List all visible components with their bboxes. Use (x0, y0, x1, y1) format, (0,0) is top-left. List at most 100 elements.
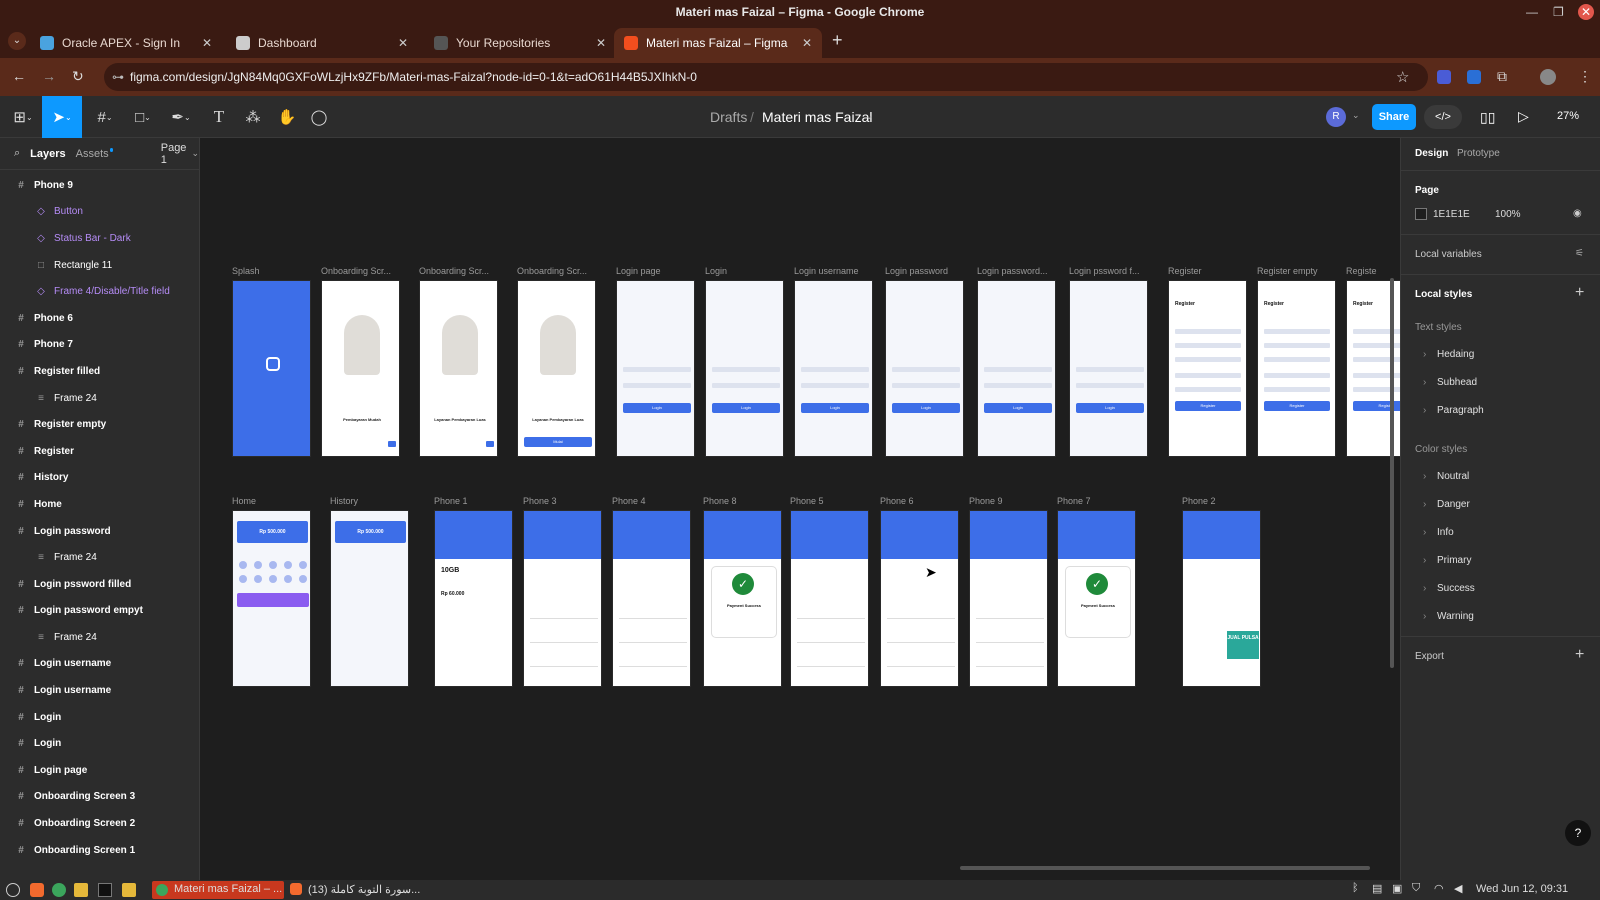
tab-design[interactable]: Design (1415, 148, 1448, 159)
login-button[interactable]: Login (801, 403, 869, 413)
bookmark-star-icon[interactable]: ☆ (1396, 68, 1409, 86)
color-style-item[interactable]: Success (1423, 583, 1475, 594)
onboarding-next-button[interactable] (486, 441, 494, 447)
nominal-option[interactable] (797, 655, 865, 667)
color-style-item[interactable]: Danger (1423, 499, 1470, 510)
rectangle-tool-icon[interactable]: □ ⌄ (126, 96, 160, 138)
layer-row[interactable]: # Register empty (0, 411, 199, 438)
tab-assets[interactable]: Assets (76, 148, 109, 160)
nominal-option[interactable] (530, 607, 598, 619)
layer-row[interactable]: ≡ Frame 24 (0, 385, 199, 412)
nominal-option[interactable] (530, 631, 598, 643)
register-field[interactable] (1264, 387, 1330, 392)
page-opacity-value[interactable]: 100% (1495, 209, 1521, 220)
profile-avatar[interactable] (1540, 69, 1556, 85)
frame-phone[interactable] (523, 510, 602, 687)
password-field[interactable] (1076, 383, 1144, 388)
layer-row[interactable]: # Login username (0, 677, 199, 704)
frame-login[interactable]: Login (1069, 280, 1148, 457)
password-field[interactable] (892, 383, 960, 388)
menu-item-icon[interactable] (269, 561, 277, 569)
translate-extension-icon[interactable] (1467, 70, 1481, 84)
layer-row[interactable]: # Register (0, 438, 199, 465)
menu-item-icon[interactable] (254, 561, 262, 569)
frame-label[interactable]: Login (705, 266, 792, 276)
layer-row[interactable]: # Login pssword filled (0, 571, 199, 598)
frame-phone[interactable] (790, 510, 869, 687)
site-info-icon[interactable]: ⊶ (112, 63, 124, 91)
frame-tool-icon[interactable]: # ⌄ (88, 96, 122, 138)
close-window-icon[interactable]: ✕ (1578, 4, 1594, 20)
layer-row[interactable]: ◇ Button (0, 199, 199, 226)
tab-close-icon[interactable]: ✕ (802, 36, 812, 50)
color-style-item[interactable]: Warning (1423, 611, 1474, 622)
frame-phone[interactable] (880, 510, 959, 687)
login-button[interactable]: Login (623, 403, 691, 413)
dev-mode-toggle-icon[interactable]: </> (1424, 105, 1462, 129)
nominal-option[interactable] (976, 655, 1044, 667)
frame-history[interactable]: Rp 500.000 (330, 510, 409, 687)
layer-row[interactable]: # History (0, 465, 199, 492)
local-variables-label[interactable]: Local variables (1415, 249, 1482, 260)
menu-item-icon[interactable] (299, 561, 307, 569)
frame-label[interactable]: Phone 8 (703, 496, 790, 506)
frame-label[interactable]: Login page (616, 266, 703, 276)
frame-phone[interactable]: 10GB Rp 60.000 (434, 510, 513, 687)
tab-prototype[interactable]: Prototype (1457, 148, 1500, 159)
nominal-option[interactable] (530, 679, 598, 686)
frame-login[interactable]: Login (616, 280, 695, 457)
canvas-horizontal-scrollbar[interactable] (960, 866, 1370, 870)
layer-row[interactable]: # Login password (0, 518, 199, 545)
chrome-icon[interactable] (52, 883, 66, 897)
menu-item-icon[interactable] (284, 575, 292, 583)
share-button[interactable]: Share (1372, 104, 1416, 130)
text-style-item[interactable]: Paragraph (1423, 405, 1484, 416)
shield-icon[interactable]: ⛉ (1412, 882, 1420, 895)
frame-register[interactable]: Register Register (1257, 280, 1336, 457)
onboarding-next-button[interactable] (388, 441, 396, 447)
nominal-option[interactable] (797, 679, 865, 686)
maximize-icon[interactable]: ❐ (1553, 0, 1564, 24)
frame-label[interactable]: Register empty (1257, 266, 1344, 276)
wifi-icon[interactable]: ◠ (1434, 882, 1444, 895)
onboarding-start-button[interactable]: Mulai (524, 437, 592, 447)
design-canvas[interactable]: Splash Onboarding Scr... Pembayaran Mudah O… (200, 138, 1400, 880)
tab-close-icon[interactable]: ✕ (596, 36, 606, 50)
file-name[interactable]: Materi mas Faizal (762, 96, 872, 138)
color-style-item[interactable]: Info (1423, 527, 1453, 538)
frame-label[interactable]: Phone 7 (1057, 496, 1144, 506)
figma-menu-icon[interactable]: ⊞ ⌄ (6, 96, 40, 138)
frame-label[interactable]: Phone 5 (790, 496, 877, 506)
new-tab-icon[interactable]: + (832, 30, 843, 51)
register-field[interactable] (1175, 387, 1241, 392)
frame-onboard[interactable]: Layanan Pembayaran Luas Mulai (517, 280, 596, 457)
breadcrumb-drafts[interactable]: Drafts (710, 96, 747, 138)
frame-login[interactable]: Login (885, 280, 964, 457)
frame-splash[interactable] (232, 280, 311, 457)
zoom-level[interactable]: 27% (1557, 110, 1579, 122)
frame-label[interactable]: Login password... (977, 266, 1064, 276)
login-button[interactable]: Login (712, 403, 780, 413)
frame-label[interactable]: Phone 6 (880, 496, 967, 506)
frame-home[interactable]: Rp 500.000 (232, 510, 311, 687)
layer-row[interactable]: ◇ Status Bar - Dark (0, 225, 199, 252)
back-icon[interactable]: ← (12, 68, 26, 84)
register-field[interactable] (1264, 373, 1330, 378)
forward-icon[interactable]: → (42, 68, 56, 84)
menu-item-icon[interactable] (284, 561, 292, 569)
move-tool-icon[interactable]: ➤ ⌄ (42, 96, 82, 138)
page-color-value[interactable]: 1E1E1E (1433, 209, 1470, 220)
export-label[interactable]: Export (1415, 651, 1444, 662)
network-tray-icon[interactable]: ▣ (1392, 882, 1402, 895)
register-field[interactable] (1264, 329, 1330, 334)
login-button[interactable]: Login (892, 403, 960, 413)
menu-item-icon[interactable] (254, 575, 262, 583)
frame-phone[interactable] (612, 510, 691, 687)
email-field[interactable] (623, 367, 691, 372)
nominal-option[interactable] (976, 631, 1044, 643)
layer-row[interactable]: # Home (0, 491, 199, 518)
eye-icon[interactable]: ◉ (1573, 208, 1582, 219)
layer-row[interactable]: # Login (0, 704, 199, 731)
frame-register[interactable]: Register Register (1168, 280, 1247, 457)
frame-label[interactable]: Register (1168, 266, 1255, 276)
